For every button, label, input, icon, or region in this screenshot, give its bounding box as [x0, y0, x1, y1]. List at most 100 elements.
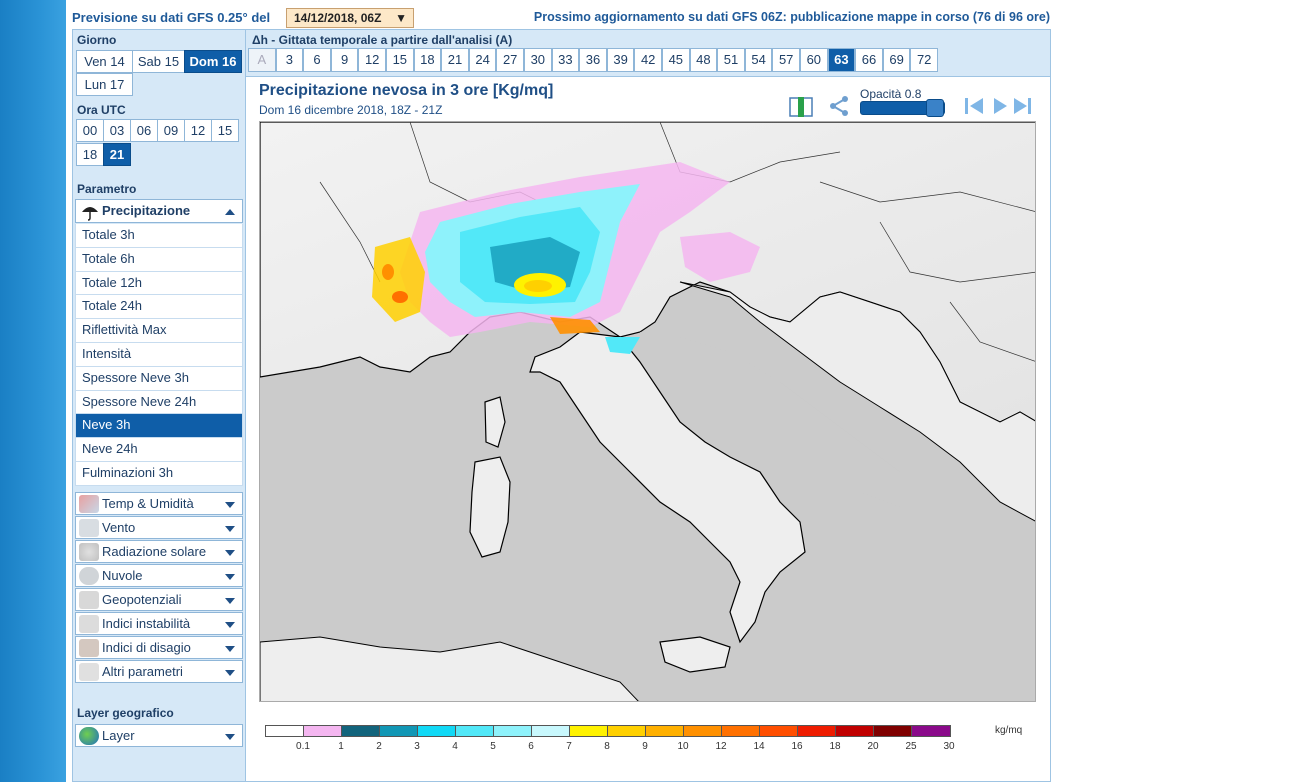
layer-section-label: Layer geografico: [77, 706, 174, 720]
precipitation-param-list: Totale 3h Totale 6h Totale 12h Totale 24…: [75, 224, 243, 486]
step-button[interactable]: 66: [855, 48, 883, 72]
opacity-slider-handle[interactable]: [926, 99, 944, 117]
param-item[interactable]: Totale 12h: [75, 271, 243, 296]
param-item[interactable]: Fulminazioni 3h: [75, 461, 243, 486]
legend-tick-label: 12: [715, 741, 727, 752]
step-button[interactable]: 57: [772, 48, 800, 72]
left-decor-strip: [0, 0, 66, 782]
forecast-prefix: Previsione su dati GFS 0.25° del: [72, 10, 271, 25]
legend-swatch: [836, 726, 874, 736]
step-button[interactable]: 45: [662, 48, 690, 72]
person-icon: [79, 639, 99, 657]
legend-swatch: [456, 726, 494, 736]
param-item-selected[interactable]: Neve 3h: [75, 414, 243, 439]
step-button[interactable]: 33: [551, 48, 580, 72]
step-button[interactable]: 3: [275, 48, 304, 72]
param-item[interactable]: Riflettività Max: [75, 319, 243, 343]
legend-unit: kg/mq: [995, 725, 1023, 736]
param-item[interactable]: Intensità: [75, 342, 243, 367]
expand-icon: [225, 598, 235, 604]
step-button[interactable]: 9: [330, 48, 359, 72]
day-button[interactable]: Lun 17: [76, 73, 133, 96]
expand-icon: [225, 622, 235, 628]
step-button[interactable]: 27: [496, 48, 524, 72]
category-label: Altri parametri: [102, 664, 183, 679]
day-button[interactable]: Sab 15: [132, 50, 185, 73]
step-button[interactable]: 36: [579, 48, 607, 72]
step-button[interactable]: 69: [882, 48, 911, 72]
step-button[interactable]: 21: [441, 48, 469, 72]
param-item[interactable]: Totale 3h: [75, 224, 243, 248]
book-icon[interactable]: [789, 96, 813, 118]
run-date-value: 14/12/2018, 06Z: [294, 11, 382, 25]
layer-dropdown[interactable]: Layer: [75, 724, 243, 747]
step-button[interactable]: 48: [689, 48, 718, 72]
hour-button[interactable]: 12: [184, 119, 212, 142]
day-label: Giorno: [77, 33, 117, 47]
step-button[interactable]: 51: [717, 48, 745, 72]
step-button[interactable]: 60: [800, 48, 828, 72]
category-clouds[interactable]: Nuvole: [75, 564, 243, 587]
sun-icon: [79, 543, 99, 561]
legend-swatch: [380, 726, 418, 736]
legend-swatch: [760, 726, 798, 736]
legend-color-bar: [265, 725, 951, 737]
color-legend: kg/mq 0.1 1 2 3 4 5 6 7 8 9 10 12 14 16 18 20 25 30: [265, 725, 1035, 755]
legend-swatch: [874, 726, 912, 736]
first-step-icon[interactable]: [963, 95, 985, 117]
hour-button[interactable]: 18: [76, 143, 104, 166]
run-date-select[interactable]: 14/12/2018, 06Z ▼: [286, 8, 414, 28]
legend-swatch: [266, 726, 304, 736]
legend-tick-label: 9: [642, 741, 648, 752]
legend-swatch: [608, 726, 646, 736]
step-button[interactable]: 6: [303, 48, 331, 72]
category-other[interactable]: Altri parametri: [75, 660, 243, 683]
next-step-icon[interactable]: [989, 95, 1011, 117]
hour-button-selected[interactable]: 21: [103, 143, 131, 166]
category-label: Nuvole: [102, 568, 143, 583]
legend-swatch: [570, 726, 608, 736]
category-geopotentials[interactable]: Geopotenziali: [75, 588, 243, 611]
legend-tick-label: 0.1: [296, 741, 310, 752]
weather-map[interactable]: [259, 121, 1036, 702]
hour-button[interactable]: 15: [211, 119, 239, 142]
param-item[interactable]: Spessore Neve 3h: [75, 366, 243, 391]
legend-tick-label: 30: [943, 741, 955, 752]
param-item[interactable]: Totale 24h: [75, 295, 243, 320]
category-instability[interactable]: Indici instabilità: [75, 612, 243, 635]
step-button[interactable]: 12: [358, 48, 386, 72]
expand-icon: [225, 526, 235, 532]
legend-swatch: [494, 726, 532, 736]
param-item[interactable]: Totale 6h: [75, 247, 243, 272]
param-item[interactable]: Neve 24h: [75, 438, 243, 462]
step-button[interactable]: 72: [910, 48, 938, 72]
step-button[interactable]: 18: [413, 48, 442, 72]
share-icon[interactable]: [828, 95, 850, 117]
category-solar-radiation[interactable]: Radiazione solare: [75, 540, 243, 563]
hour-button[interactable]: 03: [103, 119, 131, 142]
step-button[interactable]: 30: [524, 48, 552, 72]
step-button[interactable]: 42: [634, 48, 662, 72]
step-button[interactable]: 24: [468, 48, 497, 72]
step-button[interactable]: 39: [606, 48, 635, 72]
step-button[interactable]: 15: [386, 48, 414, 72]
step-button-selected[interactable]: 63: [827, 48, 856, 72]
category-wind[interactable]: Vento: [75, 516, 243, 539]
legend-tick-label: 18: [829, 741, 841, 752]
top-bar: Previsione su dati GFS 0.25° del 14/12/2…: [72, 6, 1052, 28]
param-item[interactable]: Spessore Neve 24h: [75, 390, 243, 415]
step-button[interactable]: 54: [744, 48, 773, 72]
category-discomfort[interactable]: Indici di disagio: [75, 636, 243, 659]
last-step-icon[interactable]: [1011, 95, 1033, 117]
precipitation-group-header[interactable]: Precipitazione: [75, 199, 243, 223]
layer-label: Layer: [102, 728, 135, 743]
step-button: A: [248, 48, 276, 72]
hour-button[interactable]: 09: [157, 119, 185, 142]
day-button[interactable]: Ven 14: [76, 50, 133, 73]
day-button-selected[interactable]: Dom 16: [184, 50, 242, 73]
legend-tick-label: 4: [452, 741, 458, 752]
hour-button[interactable]: 06: [130, 119, 158, 142]
map-title: Precipitazione nevosa in 3 ore [Kg/mq]: [259, 82, 554, 99]
category-temp-humidity[interactable]: Temp & Umidità: [75, 492, 243, 515]
hour-button[interactable]: 00: [76, 119, 104, 142]
